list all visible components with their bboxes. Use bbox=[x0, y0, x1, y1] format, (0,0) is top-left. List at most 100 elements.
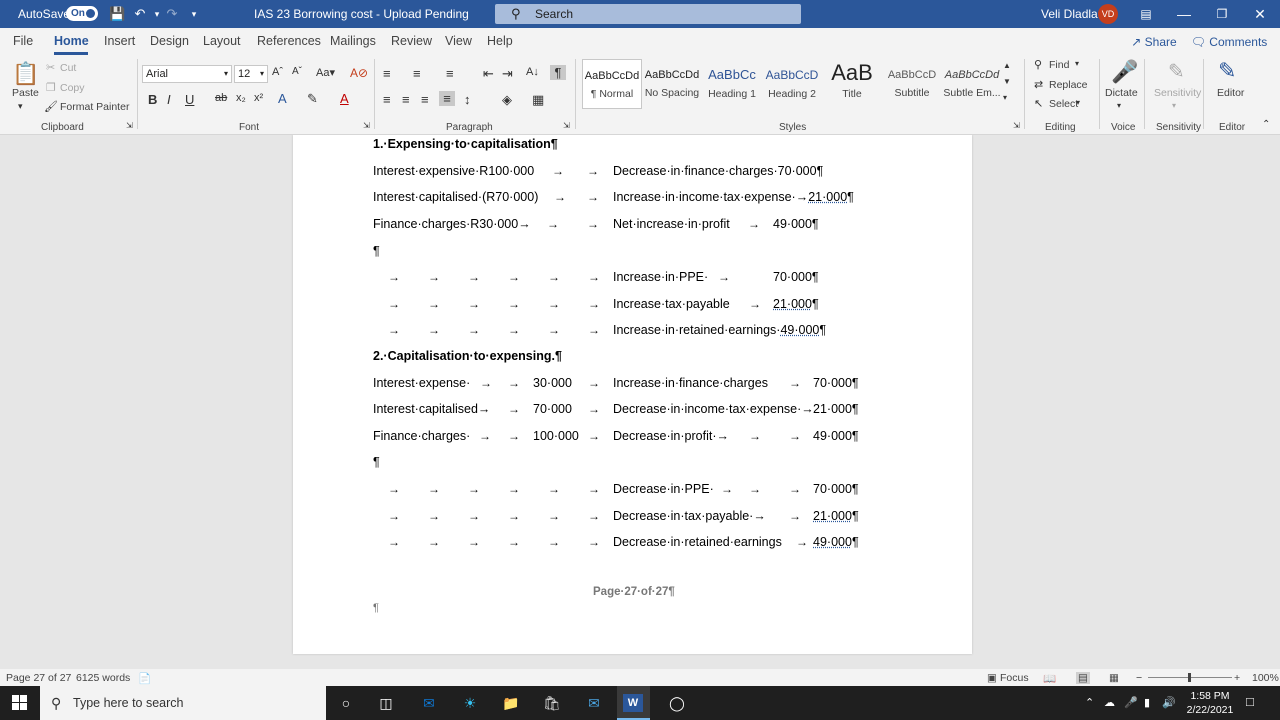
copy-button[interactable]: Copy bbox=[60, 82, 85, 94]
proofing-icon[interactable]: 📄 bbox=[138, 672, 151, 685]
grow-font-icon[interactable]: Aˆ bbox=[272, 66, 283, 78]
word-count[interactable]: 6125 words bbox=[76, 672, 130, 684]
chrome-icon[interactable]: ◯ bbox=[667, 694, 687, 712]
select-icon[interactable]: ↖ bbox=[1034, 97, 1043, 110]
replace-button[interactable]: Replace bbox=[1049, 79, 1088, 91]
style-subtitle[interactable]: AaBbCcD Subtitle bbox=[882, 59, 942, 109]
page-count[interactable]: Page 27 of 27 bbox=[6, 672, 71, 684]
tab-home[interactable]: Home bbox=[54, 34, 89, 48]
outlook-icon[interactable]: ✉ bbox=[419, 694, 439, 712]
borders-icon[interactable]: ▦ bbox=[532, 92, 544, 108]
undo-dropdown-icon[interactable]: ▾ bbox=[149, 6, 165, 22]
replace-icon[interactable]: ⇄ bbox=[1034, 78, 1043, 91]
find-dropdown-icon[interactable]: ▾ bbox=[1075, 59, 1079, 68]
document-title[interactable]: IAS 23 Borrowing cost - Upload Pending bbox=[254, 7, 469, 21]
find-icon[interactable]: ⚲ bbox=[1034, 58, 1042, 71]
system-clock[interactable]: 1:58 PM 2/22/2021 bbox=[1180, 689, 1240, 717]
style-no-spacing[interactable]: AaBbCcDd No Spacing bbox=[642, 59, 702, 109]
highlight-icon[interactable]: ✎ bbox=[307, 91, 318, 107]
tab-references[interactable]: References bbox=[257, 34, 321, 48]
tab-view[interactable]: View bbox=[445, 34, 472, 48]
font-launcher-icon[interactable]: ⇲ bbox=[363, 121, 370, 130]
line-spacing-icon[interactable]: ↕ bbox=[464, 92, 471, 107]
ribbon-display-icon[interactable]: ▤ bbox=[1127, 0, 1165, 28]
tray-overflow-icon[interactable]: ⌃ bbox=[1085, 696, 1094, 709]
sensitivity-dropdown-icon[interactable]: ▾ bbox=[1172, 101, 1176, 110]
sensitivity-button[interactable]: Sensitivity bbox=[1154, 87, 1201, 99]
shrink-font-icon[interactable]: Aˇ bbox=[292, 66, 302, 77]
paste-dropdown-icon[interactable]: ▾ bbox=[18, 101, 23, 112]
save-icon[interactable]: 💾 bbox=[109, 6, 125, 22]
file-explorer-icon[interactable]: 📁 bbox=[501, 694, 521, 712]
select-button[interactable]: Select bbox=[1049, 98, 1078, 110]
font-color-icon[interactable]: A bbox=[340, 91, 349, 106]
font-size-field[interactable]: 12 ▾ bbox=[234, 65, 268, 83]
mail-icon[interactable]: ✉ bbox=[584, 694, 604, 712]
dictate-button[interactable]: Dictate bbox=[1105, 87, 1138, 99]
style-title[interactable]: AaB Title bbox=[822, 59, 882, 109]
zoom-out-icon[interactable]: − bbox=[1136, 672, 1142, 684]
format-painter-button[interactable]: Format Painter bbox=[60, 101, 129, 113]
style-heading-2[interactable]: AaBbCcD Heading 2 bbox=[762, 59, 822, 109]
bullets-icon[interactable]: ≡ bbox=[383, 66, 391, 81]
undo-icon[interactable]: ↶ bbox=[132, 6, 148, 22]
format-painter-icon[interactable]: 🖌 bbox=[44, 100, 58, 113]
document-area[interactable]: 1.·Expensing·to·capitalisation¶ Interest… bbox=[0, 135, 1280, 669]
customize-toolbar-icon[interactable]: ▾ bbox=[186, 6, 202, 22]
web-layout-icon[interactable]: ▦ bbox=[1109, 672, 1119, 684]
align-center-icon[interactable]: ≡ bbox=[402, 92, 410, 107]
justify-icon[interactable]: ≡ bbox=[439, 91, 455, 106]
task-view-icon[interactable]: ◫ bbox=[376, 694, 396, 712]
battery-icon[interactable]: ▮ bbox=[1144, 696, 1150, 709]
user-name[interactable]: Veli Dladla bbox=[1041, 7, 1098, 21]
autosave-toggle[interactable]: On bbox=[66, 6, 98, 21]
styles-scroll-down-icon[interactable]: ▼ bbox=[1003, 77, 1011, 86]
avatar[interactable]: VD bbox=[1098, 4, 1118, 24]
font-name-field[interactable]: Arial ▾ bbox=[142, 65, 232, 83]
underline-icon[interactable]: U bbox=[185, 92, 194, 107]
italic-icon[interactable]: I bbox=[167, 92, 171, 107]
editor-icon[interactable]: ✎ bbox=[1218, 58, 1236, 84]
microphone-tray-icon[interactable]: 🎤 bbox=[1124, 696, 1138, 709]
select-dropdown-icon[interactable]: ▾ bbox=[1076, 98, 1080, 107]
microphone-icon[interactable]: 🎤 bbox=[1111, 59, 1138, 85]
close-icon[interactable]: ✕ bbox=[1241, 0, 1279, 28]
volume-icon[interactable]: 🔊 bbox=[1162, 696, 1176, 709]
subscript-icon[interactable]: x₂ bbox=[236, 92, 246, 104]
style-subtle-emphasis[interactable]: AaBbCcDd Subtle Em... bbox=[942, 59, 1002, 109]
cortana-icon[interactable]: ○ bbox=[336, 694, 356, 712]
tab-review[interactable]: Review bbox=[391, 34, 432, 48]
change-case-icon[interactable]: Aa▾ bbox=[316, 66, 335, 79]
collapse-ribbon-icon[interactable]: ⌃ bbox=[1262, 119, 1270, 130]
show-formatting-icon[interactable]: ¶ bbox=[550, 65, 566, 80]
bold-icon[interactable]: B bbox=[148, 92, 157, 107]
print-layout-icon[interactable]: ▤ bbox=[1076, 672, 1090, 684]
notifications-icon[interactable]: □ bbox=[1246, 694, 1254, 709]
minimize-icon[interactable]: — bbox=[1165, 0, 1203, 28]
styles-more-icon[interactable]: ▾ bbox=[1003, 93, 1007, 102]
share-button[interactable]: ↗ Share bbox=[1124, 32, 1184, 52]
dictate-dropdown-icon[interactable]: ▾ bbox=[1117, 101, 1121, 110]
clipboard-launcher-icon[interactable]: ⇲ bbox=[126, 121, 133, 130]
paragraph-launcher-icon[interactable]: ⇲ bbox=[563, 121, 570, 130]
document-page[interactable]: 1.·Expensing·to·capitalisation¶ Interest… bbox=[293, 135, 972, 654]
title-search-box[interactable]: ⚲ Search bbox=[495, 4, 801, 24]
tab-file[interactable]: File bbox=[13, 34, 33, 48]
taskbar-search[interactable]: ⚲ Type here to search bbox=[40, 686, 326, 720]
paste-button[interactable]: Paste bbox=[12, 87, 39, 99]
store-icon[interactable]: 🛍 bbox=[542, 694, 562, 712]
styles-scroll-up-icon[interactable]: ▲ bbox=[1003, 61, 1011, 70]
read-mode-icon[interactable]: 📖 bbox=[1043, 672, 1056, 685]
find-button[interactable]: Find bbox=[1049, 59, 1069, 71]
copy-icon[interactable]: ❐ bbox=[46, 81, 56, 94]
sort-icon[interactable]: A↓ bbox=[526, 66, 539, 78]
zoom-slider-thumb[interactable] bbox=[1188, 673, 1191, 682]
editor-button[interactable]: Editor bbox=[1217, 87, 1244, 99]
onedrive-icon[interactable]: ☁ bbox=[1104, 696, 1115, 709]
text-effects-icon[interactable]: A bbox=[278, 91, 287, 106]
tab-design[interactable]: Design bbox=[150, 34, 189, 48]
tab-insert[interactable]: Insert bbox=[104, 34, 135, 48]
tab-mailings[interactable]: Mailings bbox=[330, 34, 376, 48]
edge-icon[interactable]: ☀ bbox=[460, 694, 480, 712]
shading-icon[interactable]: ◈ bbox=[502, 92, 512, 108]
